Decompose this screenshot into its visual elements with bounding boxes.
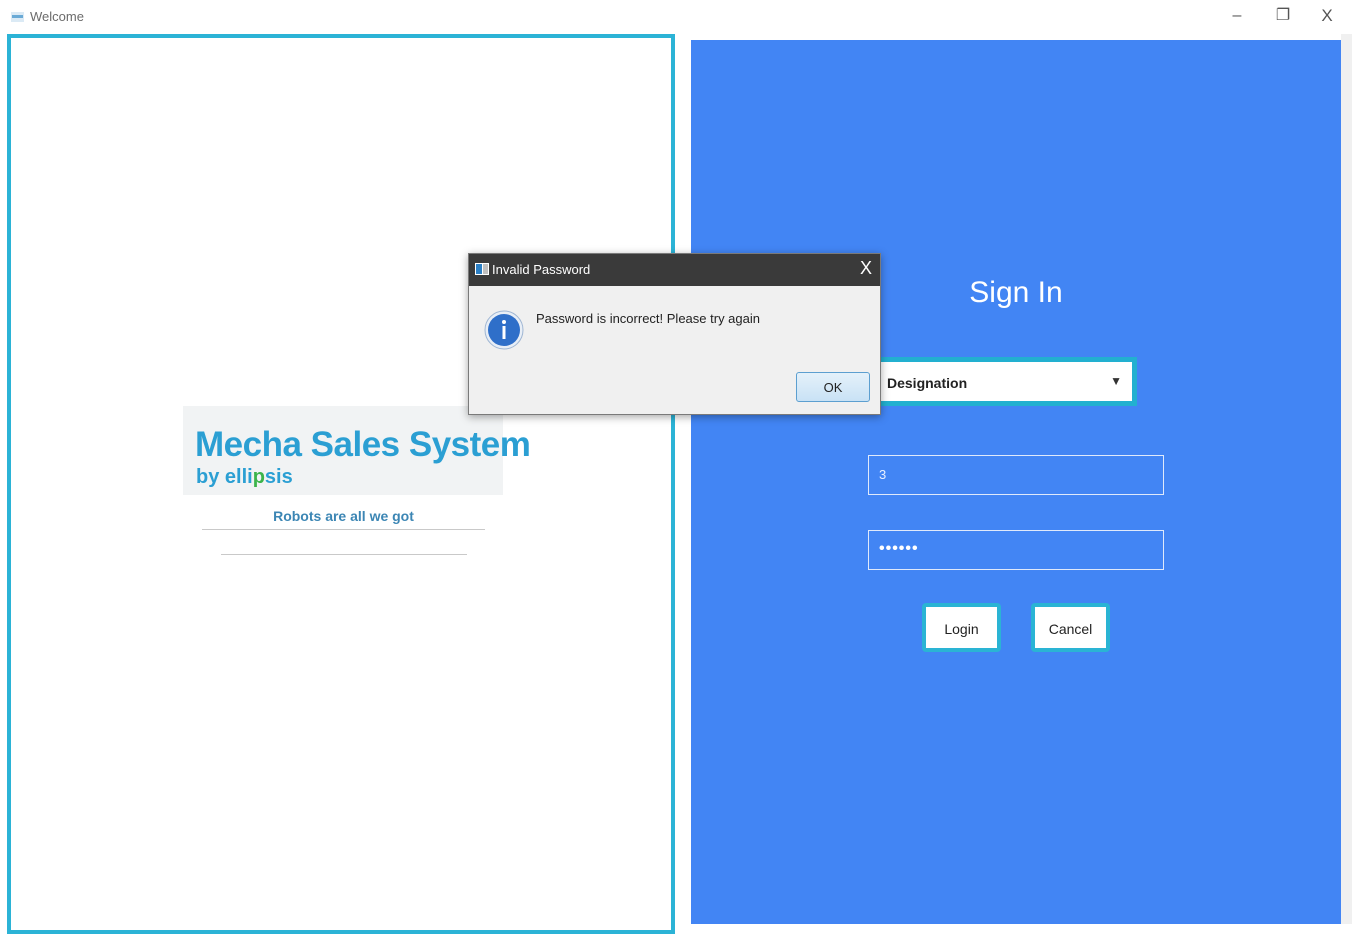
byline-prefix: by elli [196, 466, 253, 488]
dialog-title: Invalid Password [492, 262, 591, 277]
window-titlebar: Welcome – ❐ X [0, 0, 1352, 34]
window-edge [1341, 34, 1352, 924]
login-label: Login [944, 621, 979, 637]
designation-select[interactable]: Designation ▼ [874, 357, 1137, 406]
signin-title: Sign In [969, 276, 1063, 309]
dialog-titlebar[interactable]: Invalid Password X [469, 254, 880, 286]
ok-button[interactable]: OK [796, 372, 870, 402]
window-icon [475, 263, 489, 275]
cancel-label: Cancel [1048, 621, 1093, 637]
password-field[interactable]: •••••• [868, 530, 1164, 570]
byline-accent: p [252, 466, 265, 488]
logo-byline: by ellipsis [196, 466, 293, 489]
restore-icon[interactable]: ❐ [1268, 4, 1298, 28]
chevron-down-icon: ▼ [1110, 374, 1122, 388]
app-icon [11, 12, 24, 22]
dialog-message: Password is incorrect! Please try again [536, 311, 760, 326]
logo-title: Mecha Sales System [195, 425, 531, 464]
designation-label: Designation [887, 375, 968, 391]
window-title: Welcome [30, 9, 84, 24]
divider-line [202, 529, 485, 530]
close-icon[interactable]: X [1312, 4, 1342, 28]
panel-gap [679, 34, 691, 924]
login-button[interactable]: Login [922, 603, 1001, 652]
byline-suffix: sis [264, 466, 293, 488]
password-value: •••••• [879, 540, 919, 557]
divider-line [221, 554, 467, 555]
dialog-close-icon[interactable]: X [860, 258, 872, 279]
minimize-icon[interactable]: – [1222, 4, 1252, 28]
invalid-password-dialog: Invalid Password X Password is incorrect… [468, 253, 881, 415]
info-icon [484, 310, 524, 350]
tagline: Robots are all we got [273, 508, 414, 524]
username-field[interactable]: 3 [868, 455, 1164, 495]
ok-label: OK [823, 380, 843, 395]
cancel-button[interactable]: Cancel [1031, 603, 1110, 652]
username-value: 3 [879, 467, 887, 482]
